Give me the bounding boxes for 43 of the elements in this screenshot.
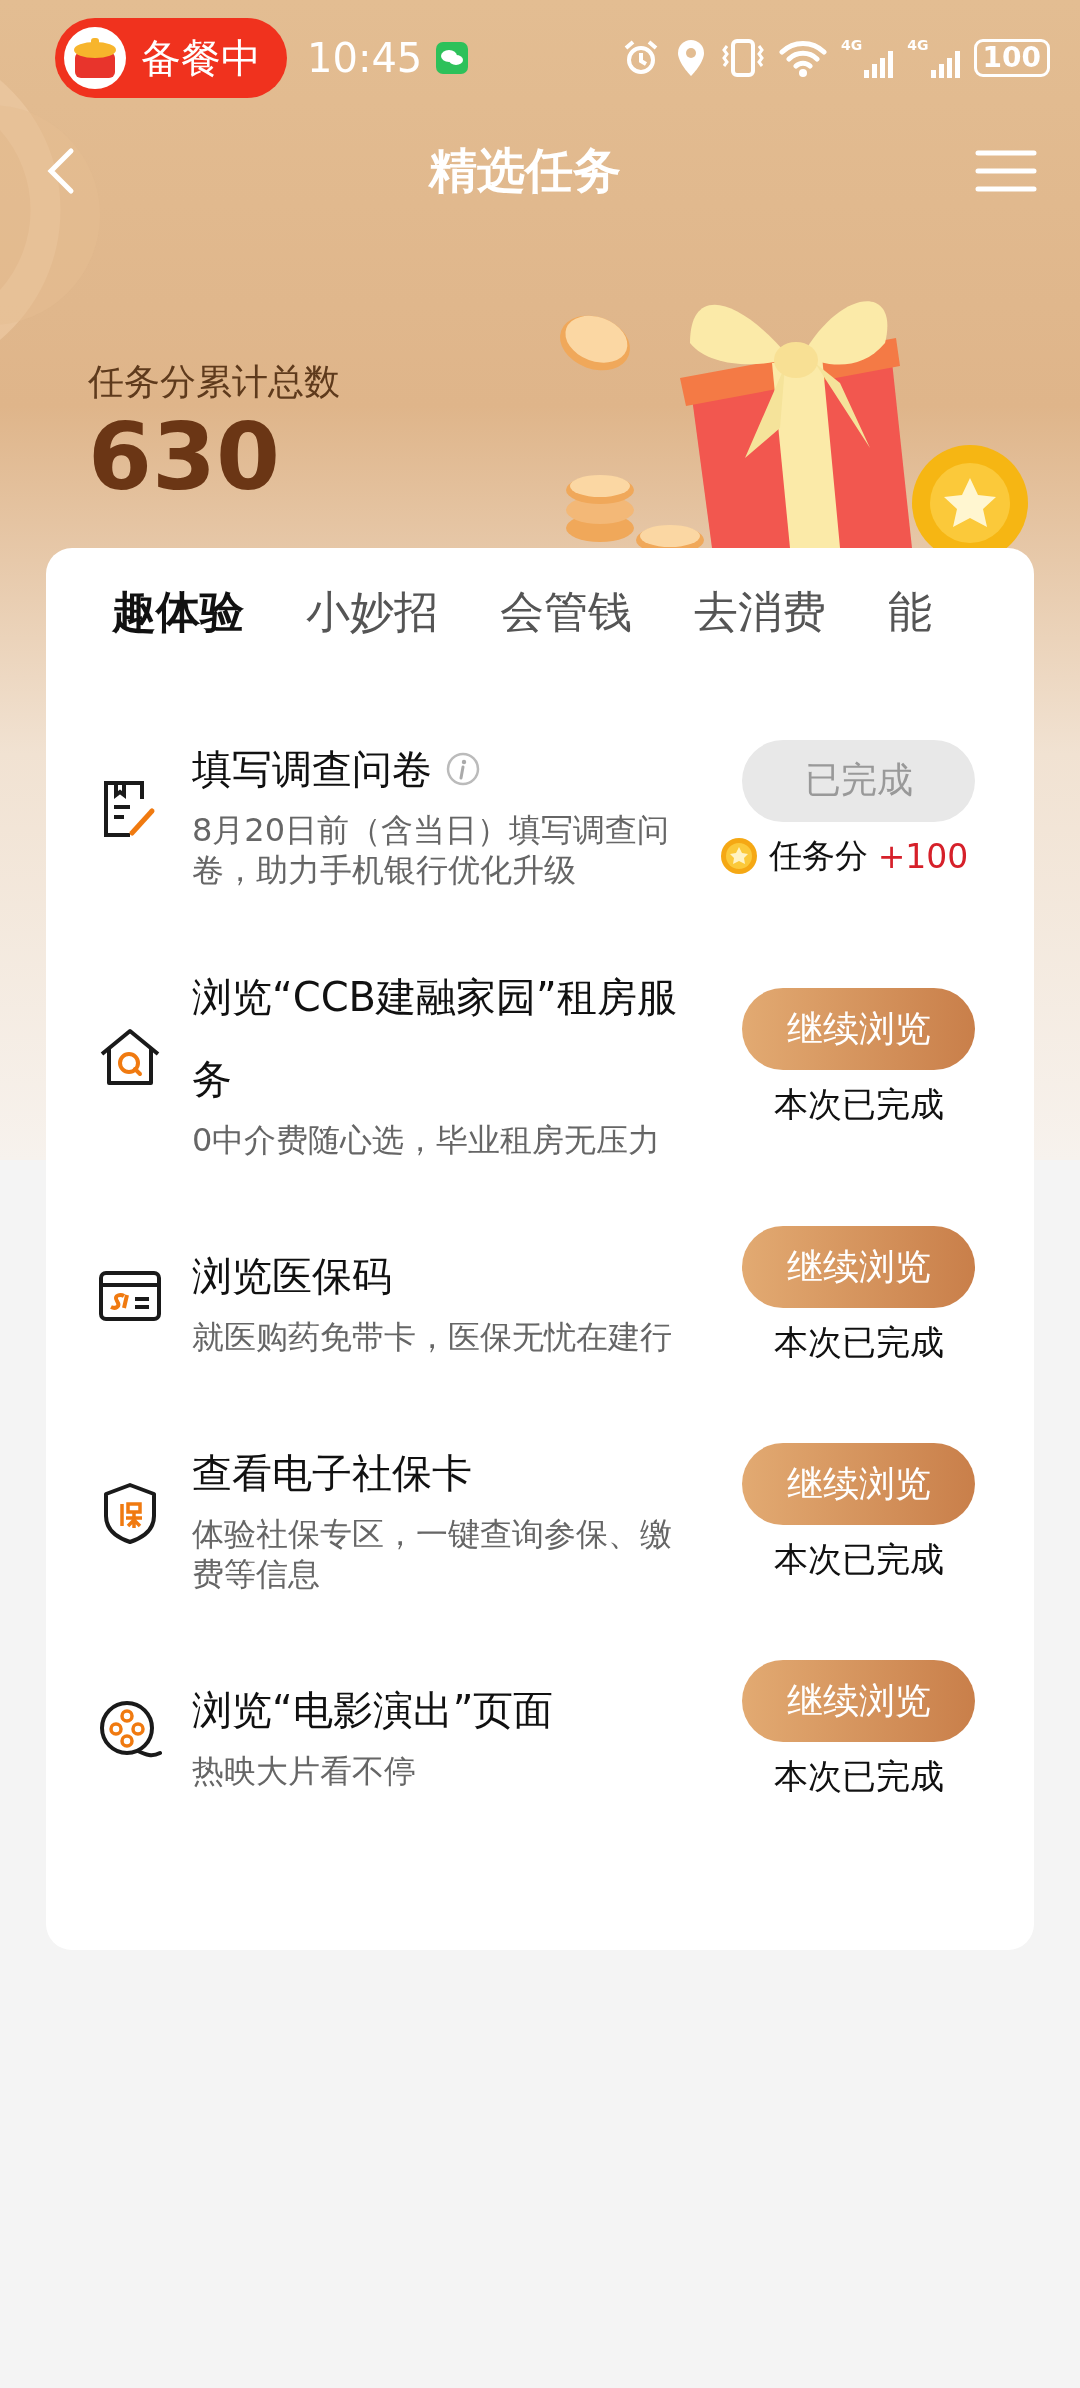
completion-note: 本次已完成 bbox=[773, 1538, 944, 1581]
wifi-icon bbox=[779, 38, 828, 78]
task-title: 浏览“电影演出”页面 bbox=[192, 1686, 554, 1735]
category-tab[interactable]: 小妙招 bbox=[306, 582, 438, 642]
menu-icon[interactable] bbox=[975, 149, 1037, 193]
category-tab[interactable]: 能 bbox=[888, 582, 932, 642]
info-icon[interactable] bbox=[446, 752, 480, 786]
status-badge-text: 备餐中 bbox=[141, 33, 261, 83]
coin-icon bbox=[718, 836, 759, 876]
back-icon[interactable] bbox=[45, 147, 75, 195]
total-label: 任务分累计总数 bbox=[88, 359, 340, 404]
chat-icon bbox=[436, 42, 469, 74]
task-description: 0中介费随心选，毕业租房无压力 bbox=[192, 1120, 662, 1160]
task-description: 8月20日前（含当日）填写调查问卷，助力手机银行优化升级 bbox=[192, 810, 671, 890]
page-title: 精选任务 bbox=[429, 141, 621, 200]
task-button[interactable]: 继续浏览 bbox=[742, 988, 975, 1070]
task-button[interactable]: 继续浏览 bbox=[742, 1443, 975, 1525]
status-badge[interactable]: 备餐中 bbox=[55, 18, 287, 98]
task-title: 填写调查问卷 bbox=[192, 745, 432, 794]
reward-points: +100 bbox=[877, 836, 969, 876]
completion-note: 本次已完成 bbox=[773, 1755, 944, 1798]
task-description: 热映大片看不停 bbox=[192, 1751, 417, 1791]
category-tab[interactable]: 趣体验 bbox=[112, 582, 244, 642]
task-title: 查看电子社保卡 bbox=[192, 1449, 472, 1498]
pot-icon bbox=[63, 26, 127, 90]
battery-icon: 100 bbox=[973, 39, 1050, 77]
task-title: 浏览“CCB建融家园”租房服务 bbox=[192, 973, 678, 1104]
task-button[interactable]: 继续浏览 bbox=[742, 1226, 975, 1308]
shield-icon bbox=[102, 1482, 158, 1544]
reward-label: 任务分 bbox=[768, 834, 868, 877]
category-tab[interactable]: 去消费 bbox=[694, 582, 826, 642]
task-button[interactable]: 继续浏览 bbox=[742, 1660, 975, 1742]
total-points: 630 bbox=[88, 406, 282, 508]
category-tab[interactable]: 会管钱 bbox=[500, 582, 632, 642]
vibrate-icon bbox=[721, 38, 766, 78]
task-description: 体验社保专区，一键查询参保、缴费等信息 bbox=[192, 1514, 673, 1594]
completion-note: 本次已完成 bbox=[773, 1321, 944, 1364]
house-search-icon bbox=[99, 1028, 161, 1088]
card-icon bbox=[99, 1271, 161, 1321]
completion-note: 本次已完成 bbox=[773, 1083, 944, 1126]
status-time: 10:45 bbox=[307, 35, 423, 81]
task-description: 就医购药免带卡，医保无忧在建行 bbox=[192, 1317, 673, 1357]
task-title: 浏览医保码 bbox=[192, 1252, 392, 1301]
